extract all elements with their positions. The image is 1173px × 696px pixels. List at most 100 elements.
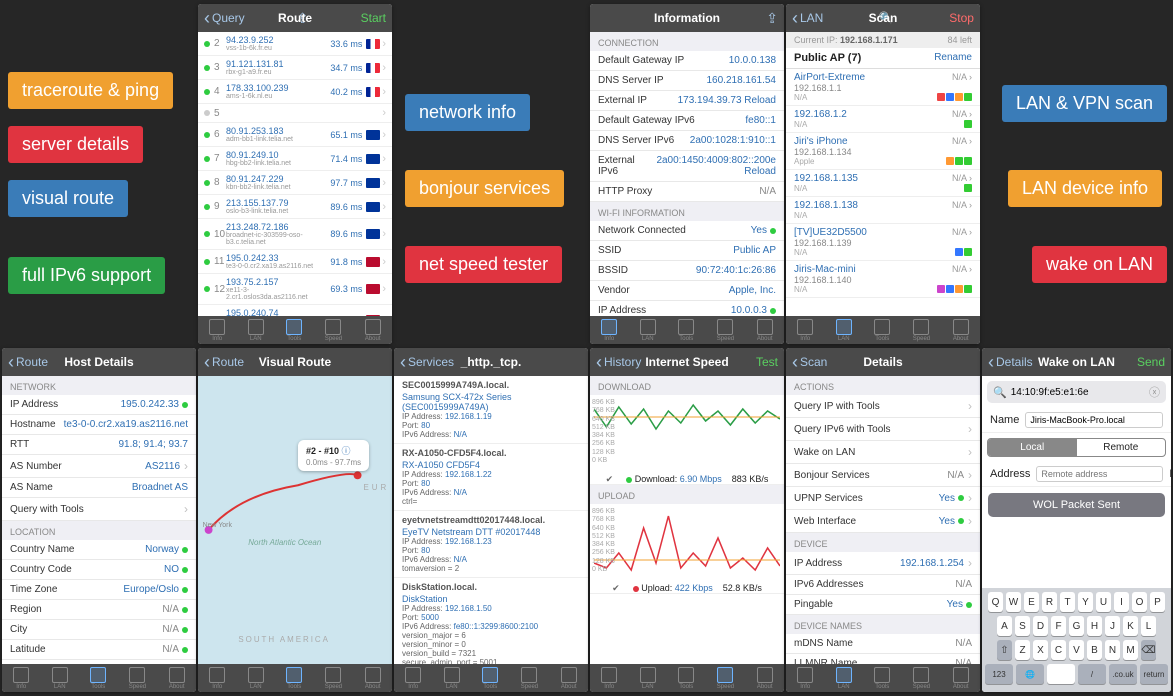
tab-about[interactable]: About bbox=[365, 667, 381, 690]
route-map[interactable]: North Atlantic Ocean London New York SOU… bbox=[198, 376, 392, 664]
lan-device[interactable]: 192.168.1.2N/A ›N/A bbox=[786, 106, 980, 133]
hop-9[interactable]: 9213.155.137.79oslo-b3-link.telia.net89.… bbox=[198, 195, 392, 219]
map-callout[interactable]: #2 - #10 ⓘ 0.0ms - 97.7ms bbox=[298, 440, 369, 471]
row-wake-on-lan[interactable]: Wake on LAN› bbox=[786, 441, 980, 464]
bonjour-service[interactable]: eyetvnetstreamdtt02017448.local.EyeTV Ne… bbox=[394, 511, 588, 578]
stop-button[interactable]: Stop bbox=[949, 11, 974, 25]
name-input[interactable] bbox=[1025, 412, 1163, 428]
tab-about[interactable]: About bbox=[365, 319, 381, 342]
tab-speed[interactable]: Speed bbox=[325, 319, 342, 342]
back-details[interactable]: Details bbox=[988, 355, 1033, 369]
tab-about[interactable]: About bbox=[953, 319, 969, 342]
hop-4[interactable]: 4178.33.100.239ams-1-6k.nl.eu40.2 ms› bbox=[198, 80, 392, 104]
back-query[interactable]: Query bbox=[204, 11, 245, 25]
key-z[interactable]: Z bbox=[1015, 640, 1030, 660]
hop-7[interactable]: 780.91.249.10hbg-bb2-link.telia.net71.4 … bbox=[198, 147, 392, 171]
hop-12[interactable]: 12193.75.2.157xe11-3-2.cr1.oslos3da.as21… bbox=[198, 274, 392, 305]
bonjour-service[interactable]: DiskStation.local.DiskStationIP Address:… bbox=[394, 578, 588, 664]
row-query-with-tools[interactable]: Query with Tools› bbox=[2, 498, 196, 521]
key-p[interactable]: P bbox=[1150, 592, 1165, 612]
test-button[interactable]: Test bbox=[756, 355, 778, 369]
back-lan[interactable]: LAN bbox=[792, 11, 823, 25]
seg-local[interactable]: Local bbox=[988, 439, 1077, 456]
key-u[interactable]: U bbox=[1096, 592, 1111, 612]
key-e[interactable]: E bbox=[1024, 592, 1039, 612]
tab-tools[interactable]: Tools bbox=[678, 319, 694, 342]
tab-about[interactable]: About bbox=[757, 319, 773, 342]
tab-tools[interactable]: Tools bbox=[286, 319, 302, 342]
row-query-ip-with-tools[interactable]: Query IP with Tools› bbox=[786, 395, 980, 418]
lan-device[interactable]: Jiri's iPhoneN/A ›192.168.1.134Apple bbox=[786, 133, 980, 170]
tab-speed[interactable]: Speed bbox=[717, 319, 734, 342]
key-y[interactable]: Y bbox=[1078, 592, 1093, 612]
key-t[interactable]: T bbox=[1060, 592, 1075, 612]
key-g[interactable]: G bbox=[1069, 616, 1084, 636]
back-route[interactable]: Route bbox=[204, 355, 244, 369]
key-.co.uk[interactable]: .co.uk bbox=[1109, 664, 1137, 684]
key-w[interactable]: W bbox=[1006, 592, 1021, 612]
clear-icon[interactable]: ⓧ bbox=[1149, 384, 1160, 400]
tab-tools[interactable]: Tools bbox=[874, 319, 890, 342]
lan-device[interactable]: 192.168.1.138N/A ›N/A bbox=[786, 197, 980, 224]
key-r[interactable]: R bbox=[1042, 592, 1057, 612]
key-space[interactable] bbox=[1047, 664, 1075, 684]
key-h[interactable]: H bbox=[1087, 616, 1102, 636]
tab-speed[interactable]: Speed bbox=[717, 667, 734, 690]
mac-search-input[interactable] bbox=[1011, 387, 1149, 398]
seg-remote[interactable]: Remote bbox=[1077, 439, 1166, 456]
key-/[interactable]: / bbox=[1078, 664, 1106, 684]
row-bonjour-services[interactable]: Bonjour ServicesN/A› bbox=[786, 464, 980, 487]
lan-device[interactable]: 192.168.1.135N/A ›N/A bbox=[786, 170, 980, 197]
keyboard[interactable]: QWERTYUIOP ASDFGHJKL ⇧ZXCVBNM⌫ 123🌐/.co.… bbox=[982, 588, 1171, 692]
tab-info[interactable]: Info bbox=[601, 667, 617, 690]
key-return[interactable]: return bbox=[1140, 664, 1168, 684]
key-l[interactable]: L bbox=[1141, 616, 1156, 636]
tab-info[interactable]: Info bbox=[797, 319, 813, 342]
key-123[interactable]: 123 bbox=[985, 664, 1013, 684]
key-b[interactable]: B bbox=[1087, 640, 1102, 660]
tab-tools[interactable]: Tools bbox=[482, 667, 498, 690]
key-m[interactable]: M bbox=[1123, 640, 1138, 660]
tab-info[interactable]: Info bbox=[405, 667, 421, 690]
hop-10[interactable]: 10213.248.72.186broadnet-ic-303599-oso-b… bbox=[198, 219, 392, 250]
row-ip-address[interactable]: IP Address192.168.1.254› bbox=[786, 552, 980, 575]
key-j[interactable]: J bbox=[1105, 616, 1120, 636]
bonjour-service[interactable]: RX-A1050-CFD5F4.local.RX-A1050 CFD5F4IP … bbox=[394, 444, 588, 511]
key-🌐[interactable]: 🌐 bbox=[1016, 664, 1044, 684]
tab-speed[interactable]: Speed bbox=[521, 667, 538, 690]
key-a[interactable]: A bbox=[997, 616, 1012, 636]
key-c[interactable]: C bbox=[1051, 640, 1066, 660]
tab-tools[interactable]: Tools bbox=[90, 667, 106, 690]
back-scan[interactable]: Scan bbox=[792, 355, 827, 369]
tab-speed[interactable]: Speed bbox=[325, 667, 342, 690]
tab-lan[interactable]: LAN bbox=[444, 667, 460, 690]
hop-5[interactable]: 5› bbox=[198, 104, 392, 123]
tab-speed[interactable]: Speed bbox=[913, 667, 930, 690]
tab-info[interactable]: Info bbox=[13, 667, 29, 690]
address-input[interactable] bbox=[1036, 466, 1163, 482]
tab-tools[interactable]: Tools bbox=[678, 667, 694, 690]
key-s[interactable]: S bbox=[1015, 616, 1030, 636]
bonjour-service[interactable]: SEC0015999A749A.local.Samsung SCX-472x S… bbox=[394, 376, 588, 444]
tab-lan[interactable]: LAN bbox=[52, 667, 68, 690]
hop-6[interactable]: 680.91.253.183adm-bb1-link.telia.net65.1… bbox=[198, 123, 392, 147]
tab-info[interactable]: Info bbox=[797, 667, 813, 690]
tab-info[interactable]: Info bbox=[601, 319, 617, 342]
key-x[interactable]: X bbox=[1033, 640, 1048, 660]
start-button[interactable]: Start bbox=[361, 11, 386, 25]
key-i[interactable]: I bbox=[1114, 592, 1129, 612]
key-d[interactable]: D bbox=[1033, 616, 1048, 636]
tab-tools[interactable]: Tools bbox=[286, 667, 302, 690]
key-f[interactable]: F bbox=[1051, 616, 1066, 636]
tab-lan[interactable]: LAN bbox=[836, 319, 852, 342]
lan-device[interactable]: AirPort-ExtremeN/A ›192.168.1.1N/A bbox=[786, 69, 980, 106]
tab-about[interactable]: About bbox=[757, 667, 773, 690]
row-upnp-services[interactable]: UPNP ServicesYes› bbox=[786, 487, 980, 510]
hop-8[interactable]: 880.91.247.229kbn-bb2-link.telia.net97.7… bbox=[198, 171, 392, 195]
tab-tools[interactable]: Tools bbox=[874, 667, 890, 690]
key-n[interactable]: N bbox=[1105, 640, 1120, 660]
tab-lan[interactable]: LAN bbox=[640, 667, 656, 690]
tab-speed[interactable]: Speed bbox=[129, 667, 146, 690]
tab-lan[interactable]: LAN bbox=[640, 319, 656, 342]
lan-device[interactable]: [TV]UE32D5500N/A ›192.168.1.139N/A bbox=[786, 224, 980, 261]
